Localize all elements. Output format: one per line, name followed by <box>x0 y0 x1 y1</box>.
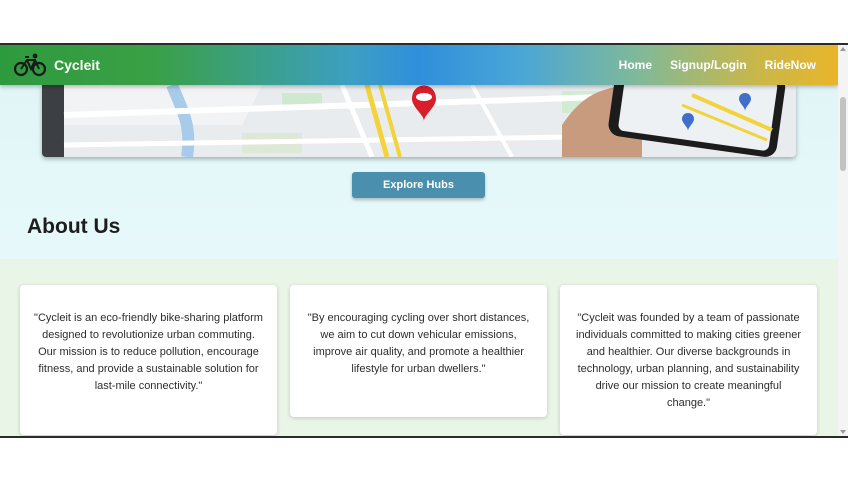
nav-signup-login-link[interactable]: Signup/Login <box>670 58 747 72</box>
about-card-text: "Cycleit was founded by a team of passio… <box>576 312 801 409</box>
top-navbar: Cycleit Home Signup/Login RideNow <box>0 45 838 85</box>
about-card-text: "By encouraging cycling over short dista… <box>307 312 530 375</box>
nav-links: Home Signup/Login RideNow <box>601 45 816 85</box>
scroll-down-arrow-icon[interactable] <box>840 430 846 434</box>
scroll-thumb[interactable] <box>840 97 846 171</box>
bicycle-icon <box>14 52 46 78</box>
about-us-heading: About Us <box>27 215 121 238</box>
screen-top-margin <box>0 0 848 43</box>
about-card-text: "Cycleit is an eco-friendly bike-sharing… <box>34 312 263 392</box>
nav-home-link[interactable]: Home <box>619 58 652 72</box>
brand-name: Cycleit <box>54 57 100 73</box>
about-card: "Cycleit was founded by a team of passio… <box>560 285 817 435</box>
nav-ridenow-link[interactable]: RideNow <box>765 58 816 72</box>
about-card: "Cycleit is an eco-friendly bike-sharing… <box>20 285 277 435</box>
scroll-up-arrow-icon[interactable] <box>840 47 846 51</box>
brand-logo[interactable]: Cycleit <box>14 52 100 78</box>
hero-map-image <box>42 85 796 157</box>
about-card: "By encouraging cycling over short dista… <box>290 285 547 417</box>
explore-hubs-button[interactable]: Explore Hubs <box>352 172 485 198</box>
page-viewport[interactable]: Cycleit Home Signup/Login RideNow Explor… <box>0 45 838 436</box>
vertical-scrollbar[interactable] <box>838 45 848 436</box>
screen-bottom-margin <box>0 438 848 480</box>
